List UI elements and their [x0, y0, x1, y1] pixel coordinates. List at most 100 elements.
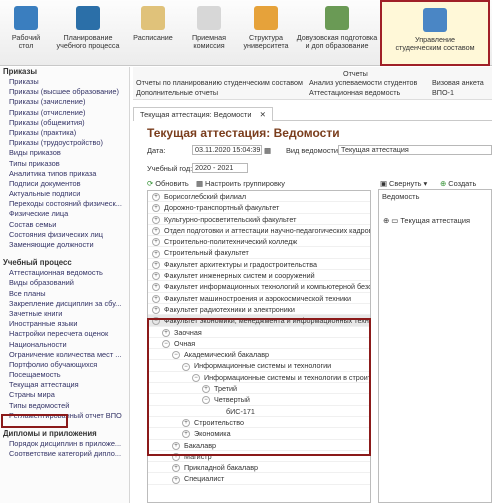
expand-icon[interactable]: +	[152, 294, 160, 303]
toolbar-item-planning[interactable]: Планирование учебного процесса	[52, 0, 124, 66]
sidebar-item[interactable]: Аттестационная ведомость	[0, 268, 129, 278]
sidebar-item[interactable]: Регламентированный отчет ВПО	[0, 411, 129, 421]
tree-row[interactable]: + Отдел подготовки и аттестации научно-пе…	[148, 225, 370, 237]
sidebar-item[interactable]: Национальности	[0, 340, 129, 350]
toolbar-item-desktop[interactable]: Рабочий стол	[0, 0, 52, 66]
tree-row[interactable]: + Специалист	[148, 473, 370, 485]
report-link[interactable]: Анализ успеваемости студентов	[309, 78, 417, 87]
sidebar-item[interactable]: Заменяющие должности	[0, 240, 129, 250]
sidebar-item[interactable]: Зачетные книги	[0, 309, 129, 319]
tree-row[interactable]: + Культурно-просветительский факультет	[148, 214, 370, 225]
close-icon[interactable]: ✕	[260, 110, 266, 119]
tree-row[interactable]: + Факультет инженерных систем и сооружени…	[148, 270, 370, 282]
sidebar-item[interactable]: Переходы состояний физическ...	[0, 199, 129, 209]
report-link[interactable]: Дополнительные отчеты	[136, 88, 218, 97]
create-button[interactable]: ⊕ Создать	[440, 179, 476, 188]
tab-current-attestation[interactable]: Текущая аттестация: Ведомости ✕	[133, 107, 273, 121]
expand-icon[interactable]: +	[182, 419, 190, 428]
collapse-icon[interactable]: −	[192, 373, 200, 382]
expand-icon[interactable]: +	[152, 204, 160, 213]
expand-icon[interactable]: +	[152, 193, 160, 202]
tree-row[interactable]: + Строительно-политехнический колледж	[148, 236, 370, 248]
tree-row[interactable]: + Магистр	[148, 451, 370, 463]
expand-icon[interactable]: +	[162, 328, 170, 337]
tree-row[interactable]: − Информационные системы и технологии в с…	[148, 372, 370, 384]
calendar-icon[interactable]: ▦	[264, 146, 271, 155]
tree-row[interactable]: бИС-171	[148, 406, 370, 417]
expand-icon[interactable]: +	[172, 452, 180, 461]
expand-icon[interactable]: +	[172, 464, 180, 473]
expand-icon[interactable]: +	[152, 238, 160, 247]
tree-row[interactable]: + Третий	[148, 383, 370, 395]
tree-row[interactable]: − Очная	[148, 338, 370, 350]
tree-row[interactable]: − Четвертый	[148, 394, 370, 406]
report-link[interactable]: Аттестационная ведомость	[309, 88, 400, 97]
tree-row[interactable]: + Факультет радиотехники и электроники	[148, 304, 370, 316]
expand-icon[interactable]: +	[182, 430, 190, 439]
sidebar-item[interactable]: Виды приказов	[0, 148, 129, 158]
sidebar-item[interactable]: Посещаемость	[0, 370, 129, 380]
sidebar-item[interactable]: Соответствие категорий дипло...	[0, 449, 129, 459]
expand-icon[interactable]: ⊕	[383, 216, 389, 225]
expand-icon[interactable]: +	[152, 260, 160, 269]
toolbar-item-schedule[interactable]: Расписание	[126, 0, 180, 66]
report-link[interactable]: Отчеты по планированию студенческим сост…	[136, 78, 303, 87]
sidebar-item[interactable]: Портфолио обучающихся	[0, 360, 129, 370]
tree-row[interactable]: + Строительство	[148, 417, 370, 429]
kind-field[interactable]: Текущая аттестация	[338, 145, 492, 155]
tree-row[interactable]: + Прикладной бакалавр	[148, 462, 370, 474]
tree-grid[interactable]: + Борисоглебский филиал + Дорожно-транспорт…	[147, 190, 371, 503]
sidebar-item[interactable]: Иностранные языки	[0, 319, 129, 329]
expand-icon[interactable]: +	[202, 385, 210, 394]
sidebar-item[interactable]: Все планы	[0, 289, 129, 299]
sidebar-item[interactable]: Настройки пересчета оценок	[0, 329, 129, 339]
sidebar-item[interactable]: Подписи документов	[0, 179, 129, 189]
sidebar-item[interactable]: Ограничение количества мест ...	[0, 350, 129, 360]
tree-row[interactable]: + Факультет машиностроения и аэрокосмичес…	[148, 293, 370, 304]
refresh-button[interactable]: ⟳ Обновить	[147, 179, 189, 188]
tree-row[interactable]: + Борисоглебский филиал	[148, 191, 370, 203]
sidebar-item[interactable]: Порядок дисциплин в приложе...	[0, 439, 129, 449]
sidebar-item[interactable]: Физические лица	[0, 209, 129, 219]
sidebar-item[interactable]: Текущая аттестация	[0, 380, 129, 390]
sidebar-item[interactable]: Состояния физических лиц	[0, 230, 129, 240]
expand-icon[interactable]: +	[172, 441, 180, 450]
sidebar-item[interactable]: Закрепление дисциплин за сбу...	[0, 299, 129, 309]
sidebar-item[interactable]: Приказы (высшее образование)	[0, 87, 129, 97]
year-field[interactable]: 2020 - 2021	[192, 163, 248, 173]
expand-icon[interactable]: +	[152, 226, 160, 235]
sidebar-item[interactable]: Приказы (зачисление)	[0, 97, 129, 107]
report-link[interactable]: ВПО-1	[432, 88, 454, 97]
expand-icon[interactable]: +	[152, 215, 160, 224]
sidebar-item[interactable]: Актуальные подписи	[0, 189, 129, 199]
sidebar-item[interactable]: Типы ведомостей	[0, 401, 129, 411]
collapse-icon[interactable]: −	[182, 362, 190, 371]
sidebar-item[interactable]: Типы приказов	[0, 159, 129, 169]
report-link[interactable]: Визовая анкета	[432, 78, 484, 87]
collapse-icon[interactable]: −	[152, 317, 160, 326]
sidebar-item[interactable]: Состав семьи	[0, 220, 129, 230]
statement-item[interactable]: ⊕ ▭ Текущая аттестация	[383, 216, 470, 225]
tree-row[interactable]: + Бакалавр	[148, 440, 370, 451]
sidebar-item[interactable]: Аналитика типов приказа	[0, 169, 129, 179]
expand-icon[interactable]: +	[152, 283, 160, 292]
tree-row[interactable]: + Заочная	[148, 327, 370, 338]
toolbar-item-preuniversity[interactable]: Довузовская подготовка и доп образование	[296, 0, 378, 66]
tree-row[interactable]: + Экономика	[148, 428, 370, 440]
expand-icon[interactable]: +	[172, 475, 180, 484]
sidebar-item[interactable]: Приказы (отчисление)	[0, 108, 129, 118]
expand-icon[interactable]: +	[152, 306, 160, 315]
toolbar-item-structure[interactable]: Структура университета	[238, 0, 294, 66]
tree-row[interactable]: + Факультет архитектуры и градостроительс…	[148, 259, 370, 271]
date-field[interactable]: 03.11.2020 15:04:39	[192, 145, 262, 155]
tree-row[interactable]: + Факультет информационных технологий и к…	[148, 281, 370, 293]
collapse-icon[interactable]: −	[162, 339, 170, 348]
tree-row[interactable]: − Факультет экономики, менеджмента и инфо…	[148, 315, 370, 327]
sidebar-item[interactable]: Страны мира	[0, 390, 129, 400]
tree-row[interactable]: + Строительный факультет	[148, 247, 370, 259]
sidebar-item[interactable]: Приказы (трудоустройство)	[0, 138, 129, 148]
tree-row[interactable]: − Академический бакалавр	[148, 349, 370, 361]
expand-icon[interactable]: +	[152, 272, 160, 281]
toolbar-item-admission[interactable]: Приемная комиссия	[182, 0, 236, 66]
collapse-icon[interactable]: −	[172, 351, 180, 360]
